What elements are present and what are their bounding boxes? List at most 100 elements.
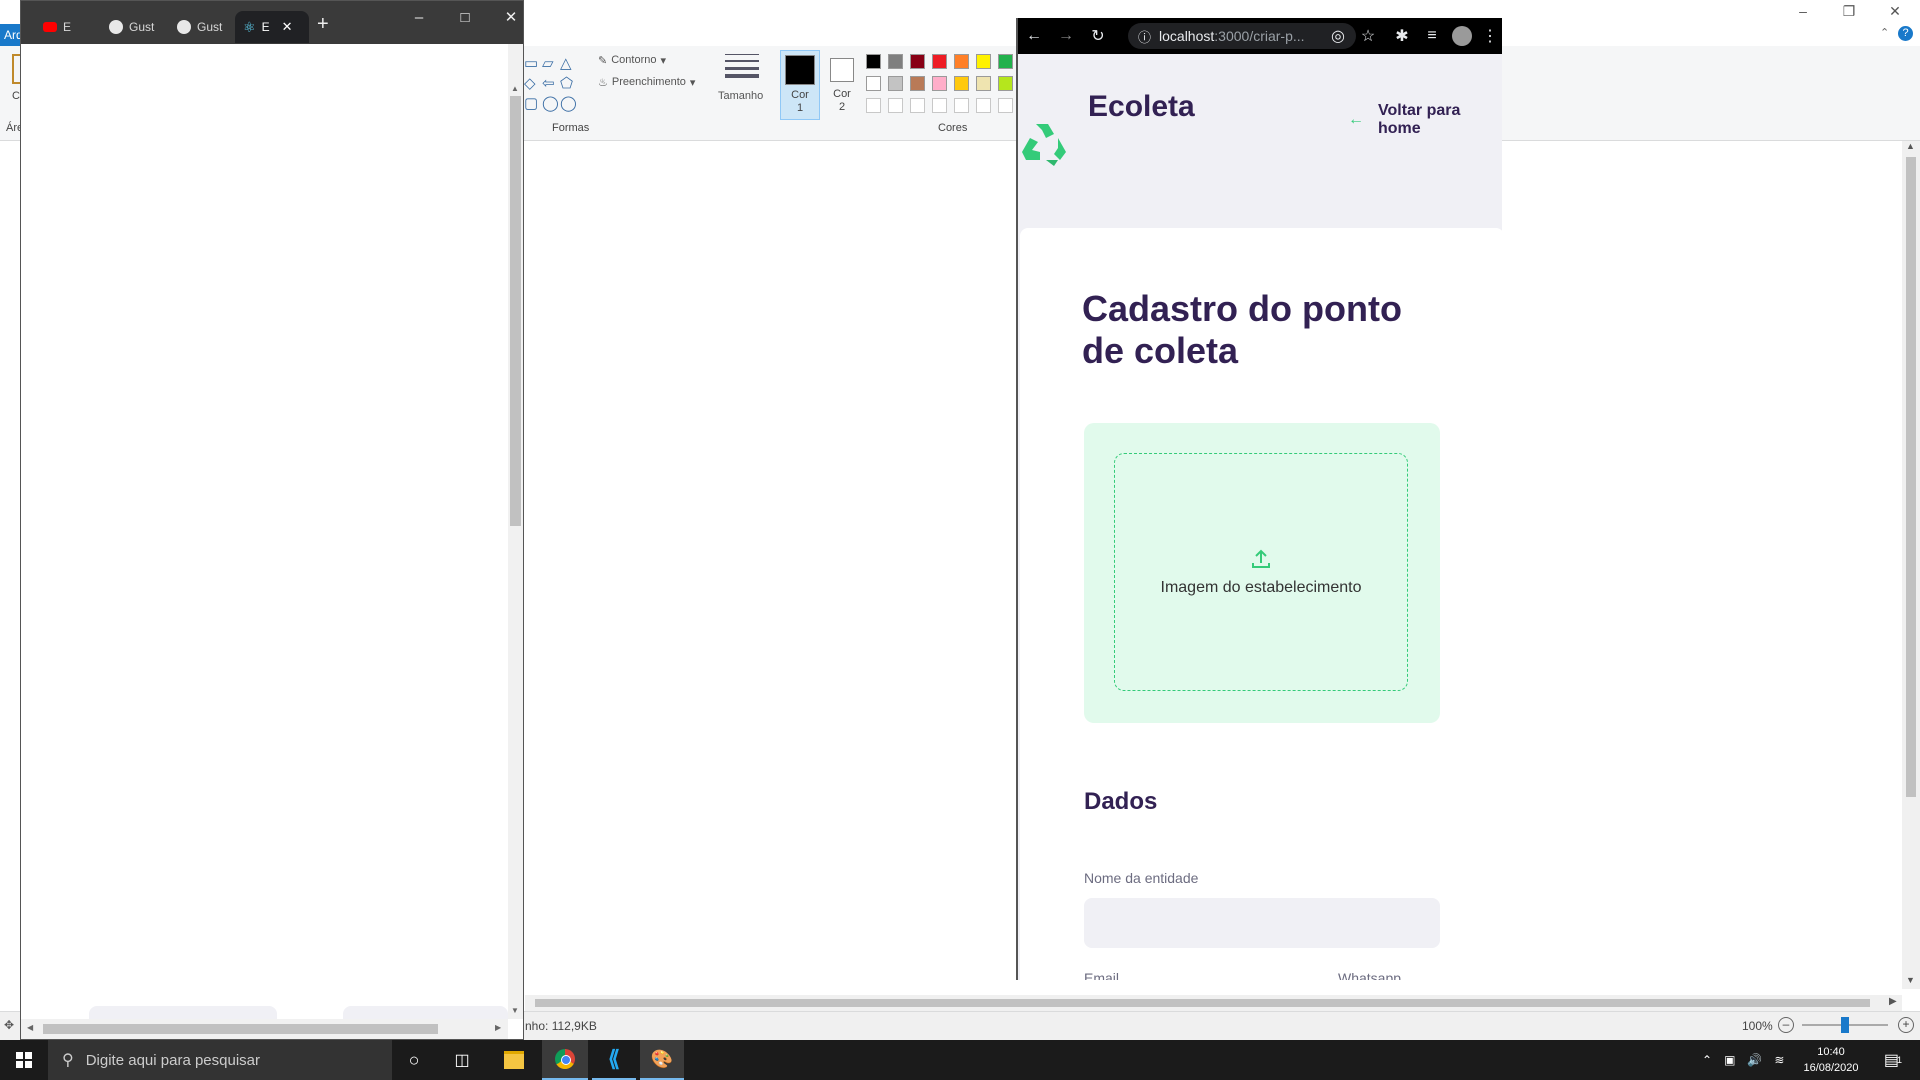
profile-avatar[interactable] (1452, 26, 1472, 46)
dropzone-inner[interactable]: Imagem do estabelecimento (1114, 453, 1408, 691)
palette-swatch-empty[interactable] (866, 98, 881, 113)
palette-swatch[interactable] (976, 76, 991, 91)
pentagon-shape-icon[interactable]: ⬠ (560, 74, 573, 92)
new-tab-button[interactable]: + (317, 13, 329, 36)
palette-swatch[interactable] (976, 54, 991, 69)
scroll-thumb[interactable] (1906, 157, 1916, 797)
zoom-slider[interactable] (1802, 1017, 1888, 1033)
show-hidden-icons-icon[interactable]: ⌃ (1702, 1053, 1712, 1067)
palette-swatch[interactable] (932, 54, 947, 69)
palette-swatch-empty[interactable] (932, 98, 947, 113)
horizontal-scrollbar[interactable]: ◀ ▶ (21, 1019, 508, 1039)
cortana-icon[interactable]: ○ (394, 1040, 434, 1080)
contour-dropdown[interactable]: ✎ Contorno ▾ (598, 54, 666, 67)
start-button[interactable] (0, 1040, 48, 1080)
fill-label: Preenchimento (611, 76, 686, 88)
paint-horizontal-scrollbar[interactable]: ▶ (525, 995, 1902, 1011)
vertical-scrollbar[interactable]: ▲ ▼ (508, 44, 523, 1019)
chrome-taskbar-icon[interactable] (542, 1040, 588, 1080)
tab-youtube[interactable]: E (37, 11, 107, 43)
image-dropzone[interactable]: Imagem do estabelecimento (1084, 423, 1440, 723)
clock[interactable]: 10:40 16/08/2020 (1796, 1040, 1866, 1080)
size-lines-icon[interactable] (725, 52, 759, 78)
palette-swatch-empty[interactable] (976, 98, 991, 113)
color1-selector[interactable]: Cor 1 (780, 50, 820, 120)
palette-swatch-empty[interactable] (954, 98, 969, 113)
palette-swatch[interactable] (954, 54, 969, 69)
close-button[interactable]: ✕ (491, 7, 531, 27)
tab-github-2[interactable]: Gust (173, 11, 241, 43)
palette-swatch-empty[interactable] (910, 98, 925, 113)
polygon-shape-icon[interactable]: ▱ (542, 54, 554, 72)
palette-swatch[interactable] (998, 76, 1013, 91)
palette-swatch[interactable] (866, 54, 881, 69)
volume-icon[interactable]: 🔊 (1747, 1053, 1762, 1067)
network-icon[interactable]: ▣ (1724, 1053, 1735, 1067)
palette-swatch[interactable] (910, 54, 925, 69)
extensions-puzzle-icon[interactable]: ✱ (1392, 26, 1412, 46)
scroll-up-icon[interactable]: ▲ (511, 84, 519, 93)
back-arrow-icon[interactable]: ← (1024, 26, 1044, 46)
scroll-right-icon[interactable]: ▶ (495, 1023, 501, 1032)
label-nome-entidade: Nome da entidade (1084, 870, 1199, 886)
palette-swatch[interactable] (888, 54, 903, 69)
task-view-icon[interactable]: ◫ (442, 1040, 482, 1080)
forward-arrow-icon[interactable]: → (1056, 26, 1076, 46)
palette-swatch-empty[interactable] (998, 98, 1013, 113)
close-tab-icon[interactable]: ✕ (282, 19, 293, 35)
minimize-button[interactable]: – (1780, 0, 1826, 22)
triangle-shape-icon[interactable]: △ (560, 54, 572, 72)
browser-toolbar: ← → ↻ ⓘ localhost:3000/criar-p... ◎ ☆ ✱ … (1018, 18, 1502, 54)
palette-swatch[interactable] (998, 54, 1013, 69)
zoom-out-button[interactable]: – (1778, 1017, 1794, 1033)
paint-vertical-scrollbar[interactable]: ▲ ▼ (1902, 141, 1920, 989)
back-home-link[interactable]: ← Voltar para home (1348, 102, 1502, 138)
rounded-rect-shape-icon[interactable]: ▢ (524, 94, 538, 112)
tab-ecoleta-active[interactable]: ⚛ E ✕ (235, 11, 309, 43)
vscode-icon[interactable]: ⟪ (592, 1040, 636, 1080)
restore-button[interactable]: ❐ (1826, 0, 1872, 22)
wifi-icon[interactable]: ≋ (1774, 1053, 1784, 1067)
scroll-down-icon[interactable]: ▼ (511, 1006, 519, 1015)
tab-github-1[interactable]: Gust (105, 11, 173, 43)
minimize-button[interactable]: – (399, 7, 439, 27)
scroll-down-icon[interactable]: ▼ (1906, 975, 1915, 985)
zoom-in-button[interactable]: + (1898, 1017, 1914, 1033)
left-arrow-shape-icon[interactable]: ⇦ (542, 74, 555, 92)
scroll-up-icon[interactable]: ▲ (1906, 141, 1915, 151)
reload-icon[interactable]: ↻ (1088, 26, 1108, 46)
collapse-ribbon-icon[interactable]: ⌃ (1880, 26, 1894, 40)
fill-dropdown[interactable]: ♨ Preenchimento ▾ (598, 76, 695, 89)
file-explorer-icon[interactable] (494, 1040, 534, 1080)
scroll-right-icon[interactable]: ▶ (1889, 996, 1897, 1007)
palette-swatch-empty[interactable] (888, 98, 903, 113)
maximize-button[interactable]: □ (445, 7, 485, 27)
zoom-slider-thumb[interactable] (1841, 1017, 1849, 1033)
action-center-icon[interactable]: ▤ 1 (1878, 1040, 1908, 1080)
input-nome-entidade[interactable] (1084, 898, 1440, 948)
rectangle-shape-icon[interactable]: ▭ (524, 54, 538, 72)
bookmark-star-icon[interactable]: ☆ (1358, 26, 1378, 46)
palette-swatch[interactable] (932, 76, 947, 91)
scroll-left-icon[interactable]: ◀ (27, 1023, 33, 1032)
palette-swatch[interactable] (866, 76, 881, 91)
scroll-thumb[interactable] (535, 999, 1870, 1007)
diamond-shape-icon[interactable]: ◇ (524, 74, 536, 92)
kebab-menu-icon[interactable]: ⋮ (1480, 26, 1500, 46)
size-label[interactable]: Tamanho (718, 90, 763, 102)
close-button[interactable]: ✕ (1872, 0, 1918, 22)
palette-swatch[interactable] (910, 76, 925, 91)
media-queue-icon[interactable]: ≡ (1422, 26, 1442, 46)
paint-taskbar-icon[interactable]: 🎨 (640, 1040, 684, 1080)
address-bar[interactable]: ⓘ localhost:3000/criar-p... (1128, 23, 1356, 49)
scroll-thumb[interactable] (43, 1024, 438, 1034)
location-target-icon[interactable]: ◎ (1328, 26, 1348, 46)
color2-selector[interactable]: Cor 2 (822, 50, 862, 120)
scroll-thumb[interactable] (510, 96, 521, 526)
help-icon[interactable]: ? (1898, 26, 1913, 41)
palette-swatch[interactable] (954, 76, 969, 91)
oval-callout-shape-icon[interactable]: ◯ (542, 94, 559, 112)
cloud-callout-shape-icon[interactable]: ◯ (560, 94, 577, 112)
taskbar-search-box[interactable]: ⚲ Digite aqui para pesquisar (48, 1040, 392, 1080)
palette-swatch[interactable] (888, 76, 903, 91)
